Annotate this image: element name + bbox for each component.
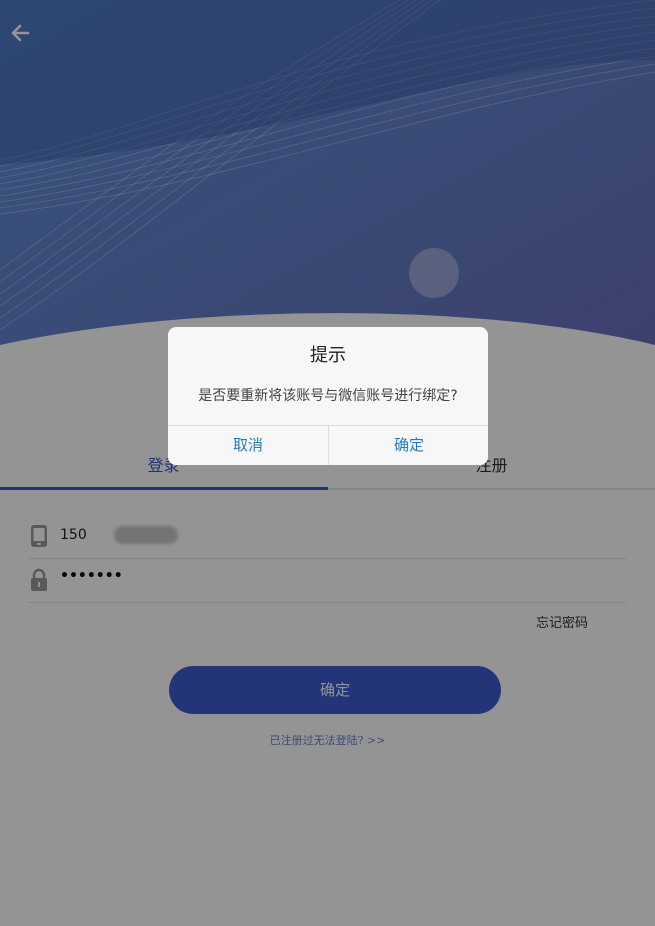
rebind-confirm-dialog: 提示 是否要重新将该账号与微信账号进行绑定? 取消 确定 bbox=[168, 327, 488, 465]
dialog-cancel-button[interactable]: 取消 bbox=[168, 426, 328, 465]
dialog-message: 是否要重新将该账号与微信账号进行绑定? bbox=[198, 388, 458, 404]
dialog-confirm-button[interactable]: 确定 bbox=[328, 426, 488, 465]
dialog-title: 提示 bbox=[310, 345, 346, 366]
login-page: 登录 注册 150 ••••••• 忘记密码 确定 已注册过无法登陆? >> 提… bbox=[0, 0, 655, 926]
